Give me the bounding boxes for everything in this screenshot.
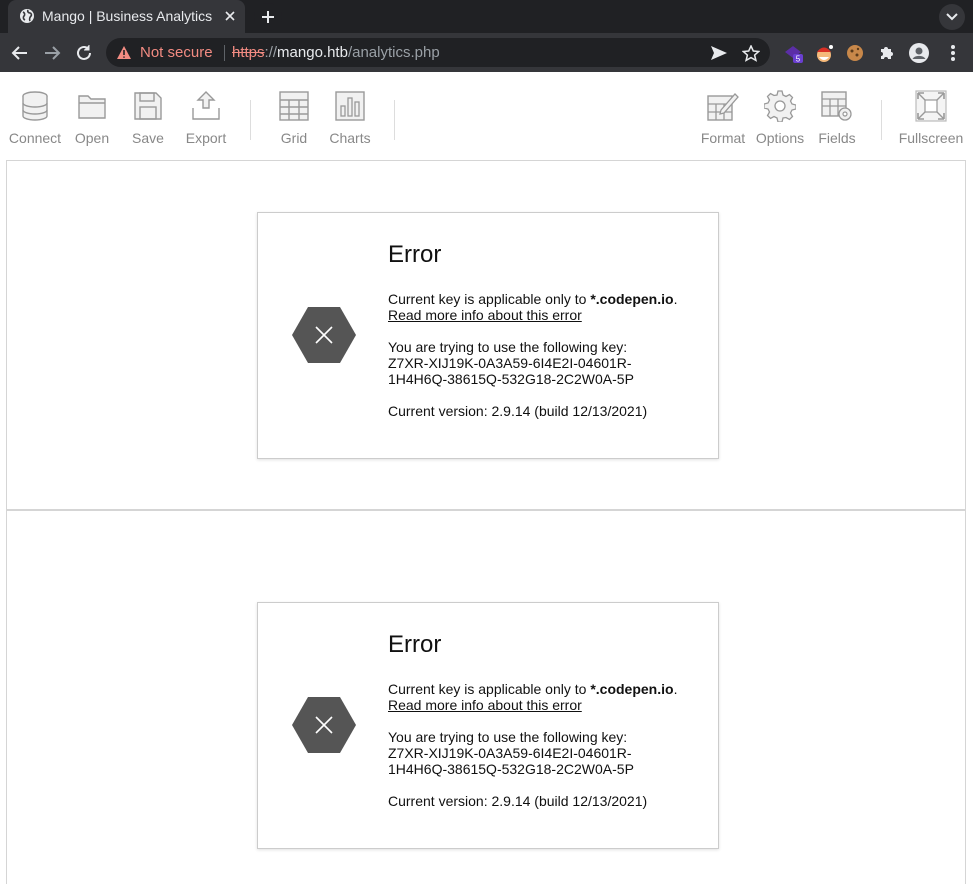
- browser-toolbar: Not secure https://mango.htb/analytics.p…: [0, 33, 973, 72]
- error-title: Error: [388, 241, 442, 268]
- read-more-link[interactable]: Read more info about this error: [388, 307, 582, 323]
- star-icon[interactable]: [742, 45, 760, 62]
- error-body: Error Current key is applicable only to …: [388, 241, 708, 435]
- open-button[interactable]: Open: [72, 90, 112, 146]
- key-scope-domain: *.codepen.io: [590, 681, 674, 697]
- extension-cookie-icon[interactable]: [844, 42, 866, 64]
- forward-arrow-icon[interactable]: [42, 43, 62, 63]
- tab-title: Mango | Business Analytics: [42, 8, 213, 24]
- connect-button[interactable]: Connect: [8, 90, 62, 146]
- browser-tabstrip: Mango | Business Analytics: [0, 0, 973, 33]
- fields-label: Fields: [818, 130, 856, 146]
- read-more-link[interactable]: Read more info about this error: [388, 697, 582, 713]
- fullscreen-label: Fullscreen: [898, 130, 964, 146]
- fullscreen-icon: [915, 90, 947, 122]
- grid-icon: [279, 91, 309, 121]
- key-intro: You are trying to use the following key:: [388, 339, 628, 355]
- format-button[interactable]: Format: [700, 90, 746, 146]
- key-scope-message: Current key is applicable only to *.code…: [388, 291, 708, 323]
- key-scope-message: Current key is applicable only to *.code…: [388, 681, 708, 713]
- key-message: You are trying to use the following key:…: [388, 729, 708, 777]
- fields-button[interactable]: Fields: [815, 90, 859, 146]
- database-icon: [22, 91, 48, 121]
- error-body: Error Current key is applicable only to …: [388, 631, 708, 825]
- gear-icon: [764, 90, 796, 122]
- key-line-2: 1H4H6Q-38615Q-532G18-2C2W0A-5P: [388, 761, 634, 777]
- key-scope-domain: *.codepen.io: [590, 291, 674, 307]
- extension-badge: 5: [796, 55, 801, 64]
- fields-icon: [821, 91, 852, 121]
- chevron-down-icon: [946, 13, 958, 21]
- tab-search-button[interactable]: [939, 4, 965, 30]
- app-toolbar: Connect Open Save Export Grid Charts For…: [0, 72, 973, 160]
- key-intro: You are trying to use the following key:: [388, 729, 628, 745]
- toolbar-divider: [250, 100, 251, 140]
- key-line-1: Z7XR-XIJ19K-0A3A59-6I4E2I-04601R-: [388, 355, 632, 371]
- extension-hat-icon[interactable]: 5: [782, 42, 804, 64]
- url-host: mango.htb: [277, 44, 348, 61]
- error-hexagon-icon: [292, 307, 356, 363]
- export-label: Export: [185, 130, 227, 146]
- error-dialog: Error Current key is applicable only to …: [257, 212, 719, 459]
- export-button[interactable]: Export: [182, 90, 230, 146]
- profile-avatar-icon[interactable]: [908, 42, 930, 64]
- key-scope-suffix: .: [673, 681, 678, 697]
- key-message: You are trying to use the following key:…: [388, 339, 708, 387]
- globe-icon: [20, 9, 34, 23]
- close-icon[interactable]: [222, 8, 238, 24]
- puzzle-icon[interactable]: [876, 42, 898, 64]
- toolbar-divider: [881, 100, 882, 140]
- key-scope-prefix: Current key is applicable only to: [388, 291, 591, 307]
- key-line-1: Z7XR-XIJ19K-0A3A59-6I4E2I-04601R-: [388, 745, 632, 761]
- connect-label: Connect: [8, 130, 62, 146]
- save-label: Save: [132, 130, 164, 146]
- reload-icon[interactable]: [74, 43, 94, 63]
- open-label: Open: [74, 130, 110, 146]
- options-label: Options: [755, 130, 805, 146]
- extension-santa-icon[interactable]: [813, 42, 835, 64]
- back-arrow-icon[interactable]: [10, 43, 30, 63]
- grid-label: Grid: [280, 130, 308, 146]
- error-hexagon-icon: [292, 697, 356, 753]
- charts-button[interactable]: Charts: [328, 90, 372, 146]
- grid-button[interactable]: Grid: [274, 90, 314, 146]
- format-icon: [707, 93, 739, 121]
- save-button[interactable]: Save: [128, 90, 168, 146]
- format-label: Format: [700, 130, 746, 146]
- options-button[interactable]: Options: [755, 90, 805, 146]
- floppy-icon: [134, 92, 162, 120]
- analytics-pane-top: Error Current key is applicable only to …: [6, 160, 966, 510]
- url-protocol: https: [232, 44, 265, 61]
- key-scope-suffix: .: [673, 291, 678, 307]
- export-icon: [192, 91, 220, 120]
- folder-icon: [78, 95, 106, 119]
- key-line-2: 1H4H6Q-38615Q-532G18-2C2W0A-5P: [388, 371, 634, 387]
- browser-tab[interactable]: Mango | Business Analytics: [8, 0, 245, 33]
- security-label[interactable]: Not secure: [140, 44, 213, 61]
- version-text: Current version: 2.9.14 (build 12/13/202…: [388, 403, 648, 419]
- new-tab-button[interactable]: [254, 3, 282, 31]
- address-bar[interactable]: Not secure https://mango.htb/analytics.p…: [106, 38, 770, 67]
- bar-chart-icon: [335, 91, 365, 121]
- analytics-pane-bottom: Error Current key is applicable only to …: [6, 510, 966, 884]
- key-scope-prefix: Current key is applicable only to: [388, 681, 591, 697]
- url-path: /analytics.php: [347, 44, 440, 61]
- url-text[interactable]: https://mango.htb/analytics.php: [232, 44, 440, 61]
- kebab-menu-icon[interactable]: [942, 42, 964, 64]
- error-dialog: Error Current key is applicable only to …: [257, 602, 719, 849]
- error-title: Error: [388, 631, 442, 658]
- send-icon[interactable]: [710, 45, 728, 61]
- version-text: Current version: 2.9.14 (build 12/13/202…: [388, 793, 648, 809]
- plus-icon: [262, 11, 274, 23]
- toolbar-divider: [394, 100, 395, 140]
- charts-label: Charts: [329, 130, 371, 146]
- warning-icon: [117, 46, 131, 59]
- url-separator: ://: [264, 44, 278, 61]
- fullscreen-button[interactable]: Fullscreen: [898, 90, 964, 146]
- omnibox-separator: [224, 45, 225, 61]
